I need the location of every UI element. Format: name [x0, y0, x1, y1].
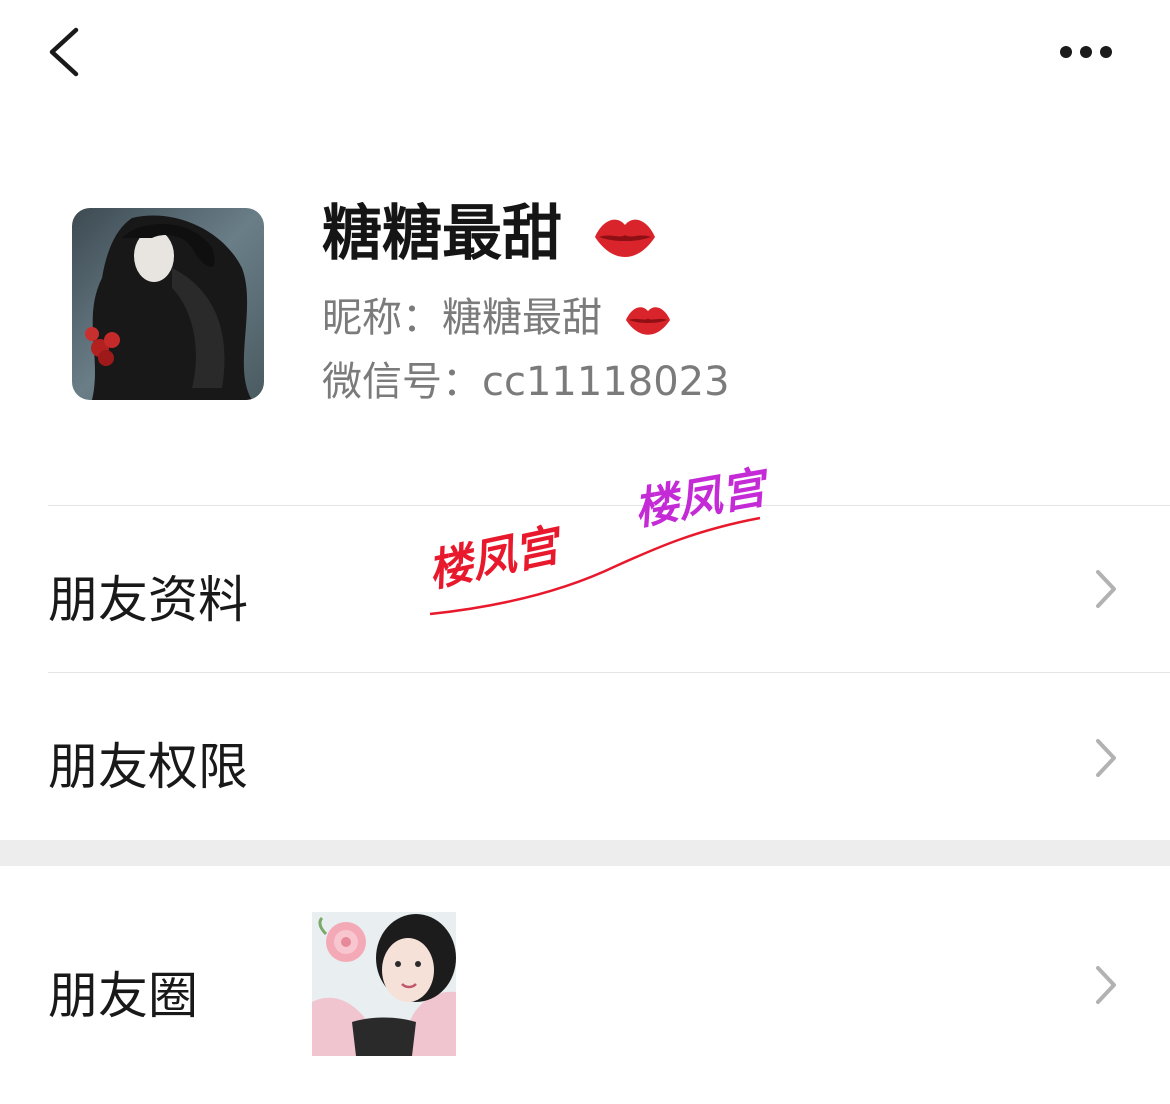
- kiss-lips-icon: [625, 307, 670, 335]
- back-button[interactable]: [40, 20, 100, 84]
- section-gap: [0, 840, 1170, 866]
- display-name-text: 糖糖最甜: [322, 199, 562, 269]
- more-options-button[interactable]: [1050, 30, 1130, 74]
- moments-row[interactable]: 朋友圈: [0, 866, 1170, 1104]
- friend-info-label: 朋友资料: [48, 571, 248, 629]
- moments-thumbnail[interactable]: [312, 912, 456, 1056]
- display-name: 糖糖最甜: [322, 198, 659, 270]
- nickname-line: 昵称：糖糖最甜: [322, 290, 673, 346]
- chevron-left-icon: [49, 27, 79, 77]
- wechat-id-text: 微信号：cc11118023: [322, 359, 730, 405]
- chevron-right-icon: [1096, 739, 1116, 777]
- wechat-id-line: 微信号：cc11118023: [322, 354, 730, 410]
- chevron-right-icon: [1096, 570, 1116, 608]
- friend-permissions-row[interactable]: 朋友权限: [0, 673, 1170, 840]
- friend-permissions-label: 朋友权限: [48, 738, 248, 796]
- moments-label: 朋友圈: [48, 967, 198, 1025]
- avatar[interactable]: [72, 208, 264, 400]
- moments-photo: [312, 912, 456, 1056]
- nickname-text: 昵称：糖糖最甜: [322, 295, 602, 341]
- kiss-lips-icon: [594, 220, 655, 258]
- avatar-photo: [72, 208, 264, 400]
- chevron-right-icon: [1096, 966, 1116, 1004]
- more-horizontal-icon: [1060, 46, 1112, 58]
